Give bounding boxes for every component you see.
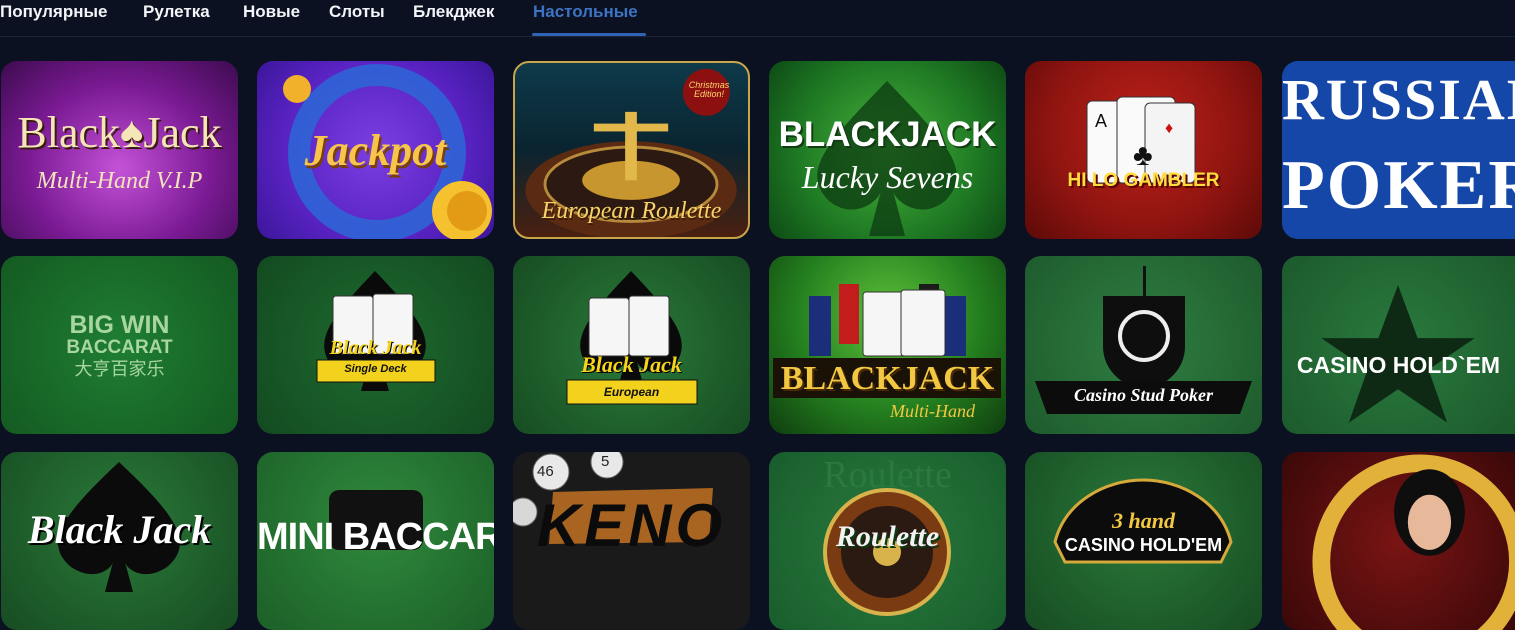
game-tile-casino-stud-poker[interactable]: Casino Stud Poker bbox=[1025, 256, 1262, 434]
star-icon bbox=[1321, 285, 1475, 423]
game-tile-mini-baccarat[interactable]: MINI BACCARAT bbox=[257, 452, 494, 630]
game-title-watermark: Roulette bbox=[823, 454, 952, 496]
game-title-line1: BIG WIN bbox=[69, 311, 170, 339]
game-tile-hi-lo-gambler[interactable]: A ♣ ♦ HI LO GAMBLER bbox=[1025, 61, 1262, 239]
christmas-badge: Christmas Edition! bbox=[688, 80, 730, 99]
spade-cards-image bbox=[566, 271, 698, 405]
game-title-line3: 大亨百家乐 bbox=[74, 359, 165, 379]
game-title: CASINO HOLD`EM bbox=[1296, 352, 1501, 378]
game-tile-roulette[interactable]: Roulette Roulette bbox=[769, 452, 1006, 630]
svg-text:A: A bbox=[1095, 111, 1107, 131]
game-subtitle: Lucky Sevens bbox=[801, 159, 974, 195]
game-subtitle: Single Deck bbox=[344, 363, 407, 375]
game-tile-3-hand-casino-holdem[interactable]: 3 hand CASINO HOLD'EM bbox=[1025, 452, 1262, 630]
game-title: MINI BACCARAT bbox=[257, 516, 494, 558]
game-tile-jackpot[interactable]: Jackpot bbox=[257, 61, 494, 239]
game-tile-blackjack-multi-hand[interactable]: BLACKJACK Multi-Hand bbox=[769, 256, 1006, 434]
game-title: Roulette bbox=[835, 520, 940, 553]
game-tile-blackjack-lucky-sevens[interactable]: BLACKJACK Lucky Sevens bbox=[769, 61, 1006, 239]
tab-slots[interactable]: Слоты bbox=[329, 2, 385, 22]
game-subtitle: European bbox=[603, 385, 660, 399]
game-tile-casino-holdem[interactable]: CASINO HOLD`EM bbox=[1282, 256, 1515, 434]
game-title: KENO bbox=[536, 492, 727, 559]
tab-new[interactable]: Новые bbox=[243, 2, 300, 22]
game-tile-blackjack-european[interactable]: Black Jack European bbox=[513, 256, 750, 434]
game-title: Casino Stud Poker bbox=[1073, 385, 1214, 405]
game-tile-european-roulette[interactable]: Christmas Edition! European Roulette bbox=[513, 61, 750, 239]
game-title: BLACKJACK bbox=[780, 360, 995, 397]
game-title: Black Jack bbox=[329, 337, 422, 359]
tab-popular[interactable]: Популярные bbox=[0, 2, 107, 22]
keno-ball-46: 46 bbox=[537, 463, 554, 480]
game-subtitle: Multi-Hand bbox=[890, 401, 975, 421]
game-title-line2: POKER bbox=[1282, 147, 1515, 224]
game-title: Black Jack bbox=[581, 352, 682, 377]
svg-text:♣: ♣ bbox=[1133, 139, 1153, 172]
anchor-emblem bbox=[1035, 266, 1252, 414]
game-tile-keno[interactable]: 46 5 KENO bbox=[513, 452, 750, 630]
game-subtitle: Multi-Hand V.I.P bbox=[36, 168, 203, 194]
game-tile-big-win-baccarat[interactable]: BIG WIN BACCARAT 大亨百家乐 bbox=[1, 256, 238, 434]
game-tile-slot-character[interactable] bbox=[1282, 452, 1515, 630]
character-art-image bbox=[1312, 454, 1515, 630]
keno-ball-5: 5 bbox=[601, 453, 610, 470]
game-title: HI LO GAMBLER bbox=[1067, 170, 1220, 191]
playing-cards-image: A ♣ ♦ bbox=[1086, 96, 1196, 184]
game-title-line1: RUSSIAN bbox=[1282, 67, 1515, 132]
game-tile-blackjack-multihand-vip[interactable]: Black♠Jack Multi-Hand V.I.P bbox=[1, 61, 238, 239]
game-hand-count: 3 hand bbox=[1112, 508, 1175, 533]
game-tile-black-jack[interactable]: Black Jack bbox=[1, 452, 238, 630]
game-title: Jackpot bbox=[304, 126, 447, 175]
svg-text:♦: ♦ bbox=[1165, 120, 1173, 137]
tab-blackjack[interactable]: Блекджек bbox=[413, 2, 494, 22]
category-tabs: Популярные Рулетка Новые Слоты Блекджек … bbox=[0, 0, 1515, 37]
game-title: BLACKJACK bbox=[778, 115, 997, 154]
game-title: European Roulette bbox=[541, 198, 722, 224]
game-tile-blackjack-single-deck[interactable]: Black Jack Single Deck bbox=[257, 256, 494, 434]
game-title-line2: BACCARAT bbox=[66, 337, 173, 358]
game-title: CASINO HOLD'EM bbox=[1064, 535, 1223, 555]
active-tab-indicator bbox=[532, 33, 646, 36]
game-tile-russian-poker[interactable]: RUSSIAN POKER bbox=[1282, 61, 1515, 239]
game-title: Black Jack bbox=[27, 507, 212, 552]
tab-roulette[interactable]: Рулетка bbox=[143, 2, 210, 22]
game-title: Black♠Jack bbox=[17, 108, 222, 157]
tab-table-games[interactable]: Настольные bbox=[533, 2, 638, 22]
spade-icon: ♠ bbox=[120, 108, 144, 157]
